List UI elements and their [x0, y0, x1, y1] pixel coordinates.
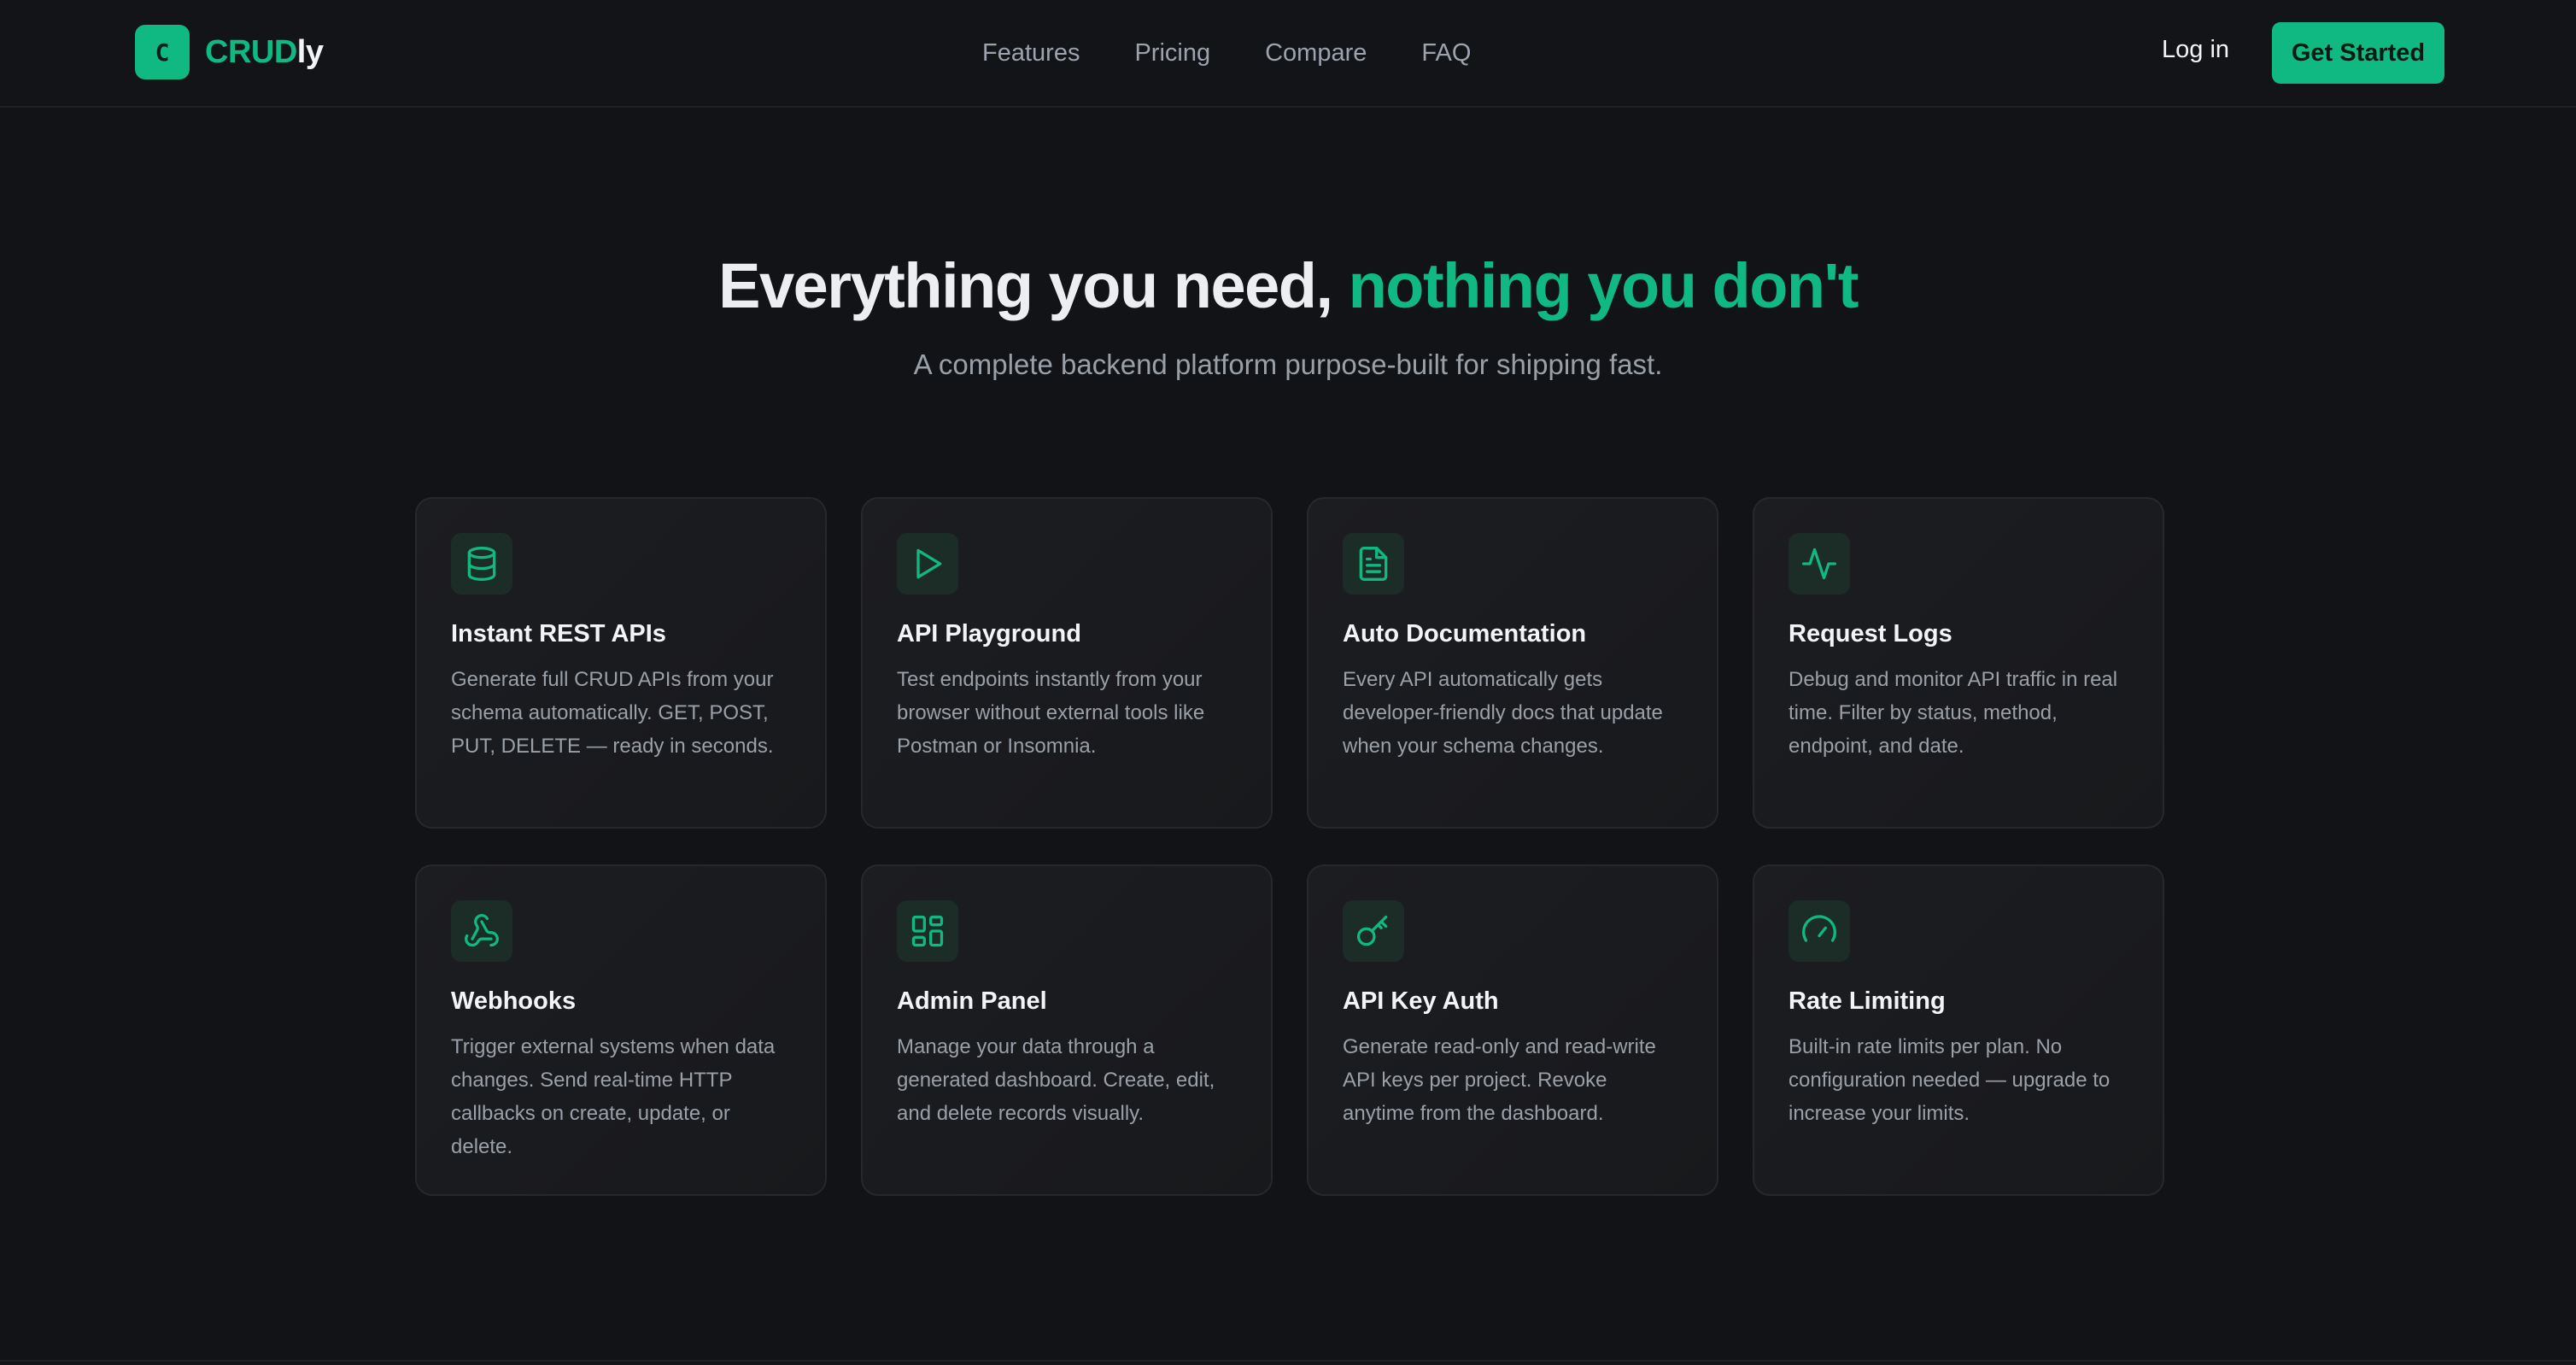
gauge-icon	[1789, 900, 1850, 962]
feature-description: Test endpoints instantly from your brows…	[897, 668, 1205, 758]
dashboard-icon	[897, 900, 958, 962]
feature-title: Rate Limiting	[1789, 987, 1946, 1015]
nav-links: Features Pricing Compare FAQ	[982, 34, 1471, 72]
feature-card-instant-rest-apis: Instant REST APIs Generate full CRUD API…	[415, 497, 827, 829]
hero-title-plain: Everything you need,	[718, 250, 1349, 321]
login-link[interactable]: Log in	[2162, 36, 2229, 64]
feature-title: API Key Auth	[1343, 987, 1499, 1015]
feature-description: Generate full CRUD APIs from your schema…	[451, 668, 774, 758]
page: C CRUDly Features Pricing Compare FAQ Lo…	[0, 0, 2576, 1365]
feature-card-rate-limiting: Rate Limiting Built-in rate limits per p…	[1753, 864, 2164, 1196]
brand-name: CRUDly	[205, 33, 324, 71]
feature-title: Request Logs	[1789, 620, 1952, 647]
activity-icon	[1789, 533, 1850, 595]
feature-title: Admin Panel	[897, 987, 1047, 1015]
feature-description: Built-in rate limits per plan. No config…	[1789, 1035, 2111, 1125]
feature-card-request-logs: Request Logs Debug and monitor API traff…	[1753, 497, 2164, 829]
section-divider	[0, 1360, 2576, 1362]
feature-title: Webhooks	[451, 987, 577, 1015]
document-icon	[1343, 533, 1404, 595]
feature-title: Instant REST APIs	[451, 620, 666, 647]
hero-title: Everything you need, nothing you don't	[0, 249, 2576, 322]
get-started-button[interactable]: Get Started	[2272, 22, 2444, 84]
feature-description: Generate read-only and read-write API ke…	[1343, 1035, 1656, 1125]
feature-card-auto-documentation: Auto Documentation Every API automatical…	[1307, 497, 1718, 829]
feature-description: Debug and monitor API traffic in real ti…	[1789, 668, 2118, 758]
database-icon	[451, 533, 512, 595]
play-icon	[897, 533, 958, 595]
feature-title: API Playground	[897, 620, 1081, 647]
feature-description: Every API automatically gets developer-f…	[1343, 668, 1663, 758]
brand-mark: C	[135, 25, 190, 79]
nav-link-pricing[interactable]: Pricing	[1134, 39, 1210, 67]
feature-description: Manage your data through a generated das…	[897, 1035, 1215, 1125]
feature-card-api-key-auth: API Key Auth Generate read-only and read…	[1307, 864, 1718, 1196]
feature-title: Auto Documentation	[1343, 620, 1587, 647]
feature-card-api-playground: API Playground Test endpoints instantly …	[861, 497, 1273, 829]
key-icon	[1343, 900, 1404, 962]
feature-card-admin-panel: Admin Panel Manage your data through a g…	[861, 864, 1273, 1196]
hero-title-accent: nothing you don't	[1348, 250, 1859, 321]
brand-name-rest: ly	[296, 33, 324, 70]
brand-name-accent: CRUD	[205, 33, 297, 70]
brand-logo[interactable]: C CRUDly	[135, 25, 324, 79]
feature-description: Trigger external systems when data chang…	[451, 1035, 776, 1158]
feature-card-webhooks: Webhooks Trigger external systems when d…	[415, 864, 827, 1196]
hero-subtitle: A complete backend platform purpose-buil…	[913, 349, 1663, 380]
nav-link-compare[interactable]: Compare	[1265, 39, 1367, 67]
nav-link-features[interactable]: Features	[982, 39, 1080, 67]
feature-grid: Instant REST APIs Generate full CRUD API…	[415, 497, 2164, 1196]
top-nav: C CRUDly Features Pricing Compare FAQ Lo…	[0, 0, 2576, 108]
nav-link-faq[interactable]: FAQ	[1421, 39, 1471, 67]
webhook-icon	[451, 900, 512, 962]
